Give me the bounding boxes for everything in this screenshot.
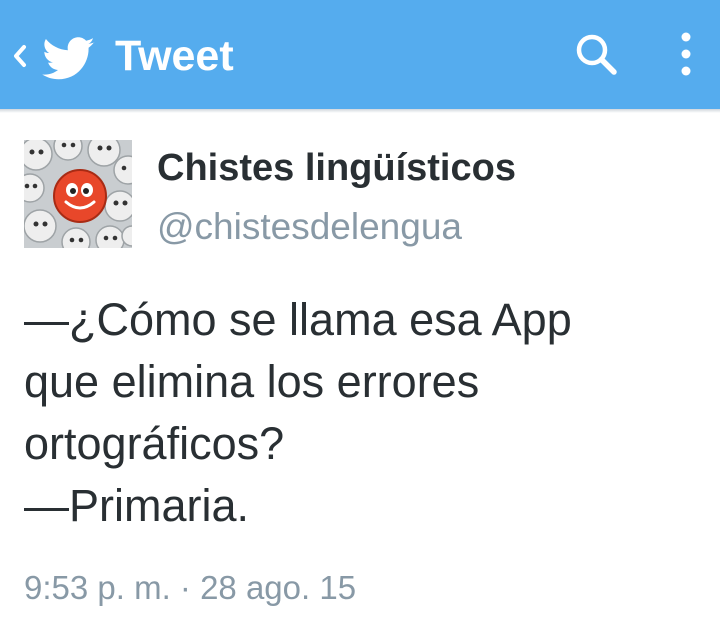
tweet-text-line: —Primaria. — [24, 480, 250, 531]
tweet-text: —¿Cómo se llama esa App que elimina los … — [24, 289, 704, 537]
appbar-shadow — [0, 109, 720, 113]
search-button[interactable] — [572, 30, 622, 80]
more-options-button[interactable] — [666, 28, 706, 82]
emoji-faces-avatar — [24, 140, 132, 248]
chevron-left-icon — [14, 45, 26, 67]
avatar[interactable] — [24, 140, 132, 248]
more-vertical-icon — [681, 32, 691, 76]
page-title: Tweet — [115, 32, 234, 80]
user-handle[interactable]: @chistesdelengua — [157, 204, 462, 250]
back-button[interactable] — [6, 30, 106, 82]
tweet-timestamp: 9:53 p. m. · 28 ago. 15 — [24, 569, 357, 606]
display-name[interactable]: Chistes lingüísticos — [157, 144, 516, 192]
app-bar: Tweet — [0, 0, 720, 109]
search-icon — [576, 34, 617, 75]
twitter-bird-icon — [42, 37, 95, 80]
tweet-text-line: ortográficos? — [24, 418, 285, 469]
tweet-text-line: que elimina los errores — [24, 356, 480, 407]
tweet-text-line: —¿Cómo se llama esa App — [24, 294, 572, 345]
